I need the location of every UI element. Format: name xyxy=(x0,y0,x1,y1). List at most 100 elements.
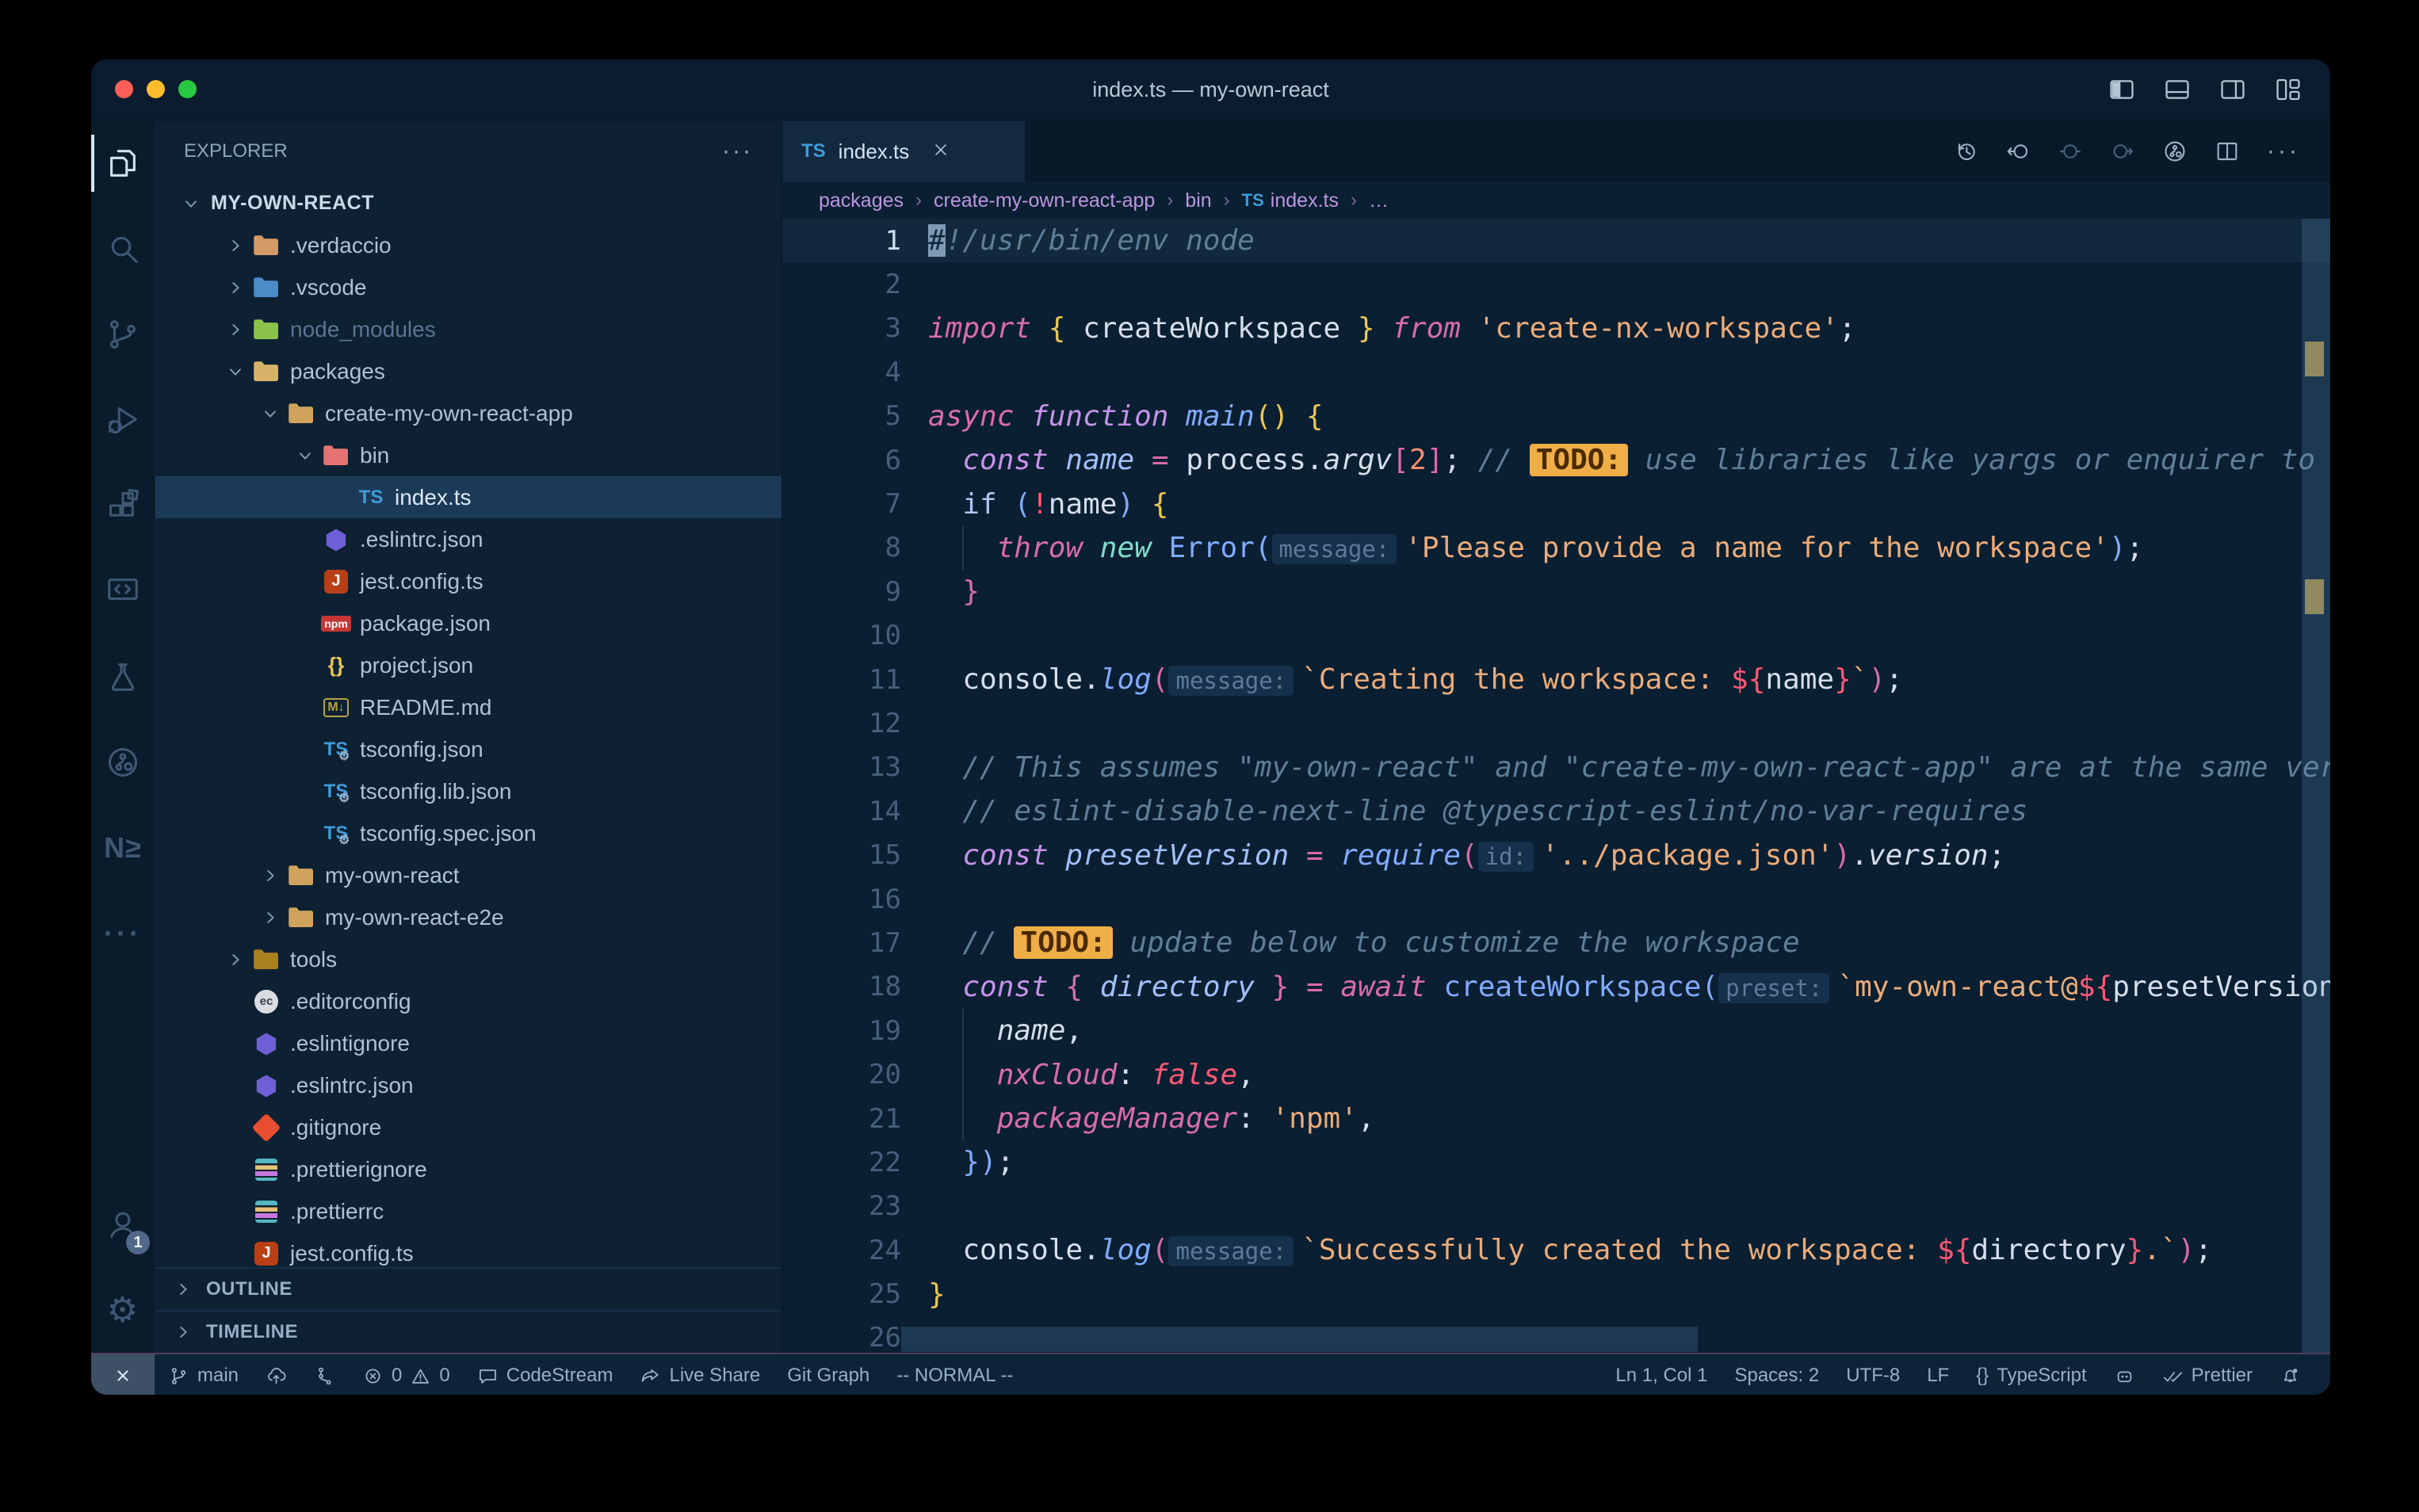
next-change-icon[interactable] xyxy=(2110,139,2135,164)
line-number[interactable]: 12 xyxy=(782,708,901,739)
status-publish-changes[interactable] xyxy=(252,1354,300,1395)
tree-item-.editorconfig[interactable]: ec.editorconfig xyxy=(155,980,781,1022)
status-git-branch[interactable]: main xyxy=(155,1354,252,1395)
breadcrumb-item-index.ts[interactable]: TSindex.ts xyxy=(1242,189,1339,212)
tree-item-.eslintignore[interactable]: ⬢.eslintignore xyxy=(155,1022,781,1064)
status-prettier[interactable]: Prettier xyxy=(2149,1354,2266,1395)
status-pipeline[interactable] xyxy=(300,1354,349,1395)
status-problems[interactable]: 00 xyxy=(349,1354,464,1395)
line-number[interactable]: 23 xyxy=(782,1190,901,1222)
prev-change-icon[interactable] xyxy=(2058,139,2083,164)
layout-grid-icon[interactable] xyxy=(2275,76,2302,103)
status-notifications[interactable] xyxy=(2266,1354,2314,1395)
activity-item-nx-console[interactable]: N≥ xyxy=(91,805,155,891)
ellipsis-icon[interactable]: ··· xyxy=(2267,138,2300,165)
code-editor[interactable]: 1#!/usr/bin/env node23import { createWor… xyxy=(782,219,2330,1353)
activity-item-source-control[interactable] xyxy=(91,292,155,377)
line-number[interactable]: 4 xyxy=(782,357,901,388)
line-number[interactable]: 17 xyxy=(782,927,901,959)
status-eol-sequence[interactable]: LF xyxy=(1913,1354,1962,1395)
activity-item-remote-explorer[interactable] xyxy=(91,548,155,634)
activity-item-extensions[interactable] xyxy=(91,463,155,548)
tree-item-node-modules[interactable]: node_modules xyxy=(155,308,781,350)
tree-item-bin[interactable]: bin xyxy=(155,434,781,476)
line-number[interactable]: 18 xyxy=(782,971,901,1002)
line-number[interactable]: 9 xyxy=(782,576,901,608)
tree-item-.gitignore[interactable]: .gitignore xyxy=(155,1106,781,1148)
status-vim-mode[interactable]: -- NORMAL -- xyxy=(883,1354,1026,1395)
tree-item-tsconfig.spec.json[interactable]: TS⚙tsconfig.spec.json xyxy=(155,812,781,854)
status-git-graph[interactable]: Git Graph xyxy=(774,1354,883,1395)
line-number[interactable]: 1 xyxy=(782,225,901,257)
tree-item-tsconfig.json[interactable]: TS⚙tsconfig.json xyxy=(155,728,781,770)
line-number[interactable]: 21 xyxy=(782,1103,901,1135)
activity-item-accounts[interactable]: 1 xyxy=(91,1182,155,1267)
line-number[interactable]: 15 xyxy=(782,839,901,871)
tree-root-my-own-react[interactable]: MY-OWN-REACT xyxy=(155,182,781,224)
breadcrumb-item--[interactable]: … xyxy=(1369,189,1389,212)
explorer-actions-button[interactable]: ··· xyxy=(722,138,753,165)
status-indentation[interactable]: Spaces: 2 xyxy=(1721,1354,1832,1395)
line-number[interactable]: 5 xyxy=(782,400,901,432)
open-changes-icon[interactable] xyxy=(2005,139,2031,164)
tree-item-project.json[interactable]: {}project.json xyxy=(155,644,781,686)
breadcrumb-item-bin[interactable]: bin xyxy=(1185,189,1211,212)
line-number[interactable]: 3 xyxy=(782,312,901,344)
tree-item-.eslintrc.json[interactable]: ⬢.eslintrc.json xyxy=(155,518,781,560)
activity-item-testing[interactable] xyxy=(91,634,155,720)
line-number[interactable]: 25 xyxy=(782,1278,901,1310)
tree-item-tools[interactable]: tools xyxy=(155,938,781,980)
layout-panel-icon[interactable] xyxy=(2164,76,2191,103)
line-number[interactable]: 19 xyxy=(782,1015,901,1047)
breadcrumb-item-create-my-own-react-app[interactable]: create-my-own-react-app xyxy=(934,189,1155,212)
status-cursor-position[interactable]: Ln 1, Col 1 xyxy=(1602,1354,1721,1395)
activity-item-run-debug[interactable] xyxy=(91,377,155,463)
status-encoding[interactable]: UTF-8 xyxy=(1832,1354,1913,1395)
tree-item-index.ts[interactable]: TSindex.ts xyxy=(155,476,781,518)
status-language-mode[interactable]: {}TypeScript xyxy=(1962,1354,2100,1395)
tree-item-.prettierignore[interactable]: .prettierignore xyxy=(155,1148,781,1190)
horizontal-scrollbar[interactable] xyxy=(901,1327,1698,1352)
line-number[interactable]: 14 xyxy=(782,796,901,827)
line-number[interactable]: 8 xyxy=(782,532,901,563)
layout-sidebar-right-icon[interactable] xyxy=(2219,76,2246,103)
tree-item-package.json[interactable]: npmpackage.json xyxy=(155,602,781,644)
line-number[interactable]: 26 xyxy=(782,1322,901,1353)
activity-item-git-graph[interactable] xyxy=(91,720,155,805)
tree-item-create-my-own-react-app[interactable]: create-my-own-react-app xyxy=(155,392,781,434)
line-number[interactable]: 2 xyxy=(782,269,901,300)
split-editor-icon[interactable] xyxy=(2215,139,2240,164)
status-codestream[interactable]: CodeStream xyxy=(464,1354,627,1395)
activity-item-settings[interactable]: ⚙ xyxy=(91,1267,155,1353)
history-icon[interactable] xyxy=(1953,139,1978,164)
status-live-share[interactable]: Live Share xyxy=(626,1354,774,1395)
activity-item-search[interactable] xyxy=(91,206,155,292)
activity-item-explorer[interactable] xyxy=(91,120,155,206)
vertical-scrollbar[interactable] xyxy=(2302,219,2330,1353)
tree-item-tsconfig.lib.json[interactable]: TS⚙tsconfig.lib.json xyxy=(155,770,781,812)
tree-item-.eslintrc.json[interactable]: ⬢.eslintrc.json xyxy=(155,1064,781,1106)
tree-item-my-own-react-e2e[interactable]: my-own-react-e2e xyxy=(155,896,781,938)
tree-item-.vscode[interactable]: .vscode xyxy=(155,266,781,308)
line-number[interactable]: 24 xyxy=(782,1235,901,1266)
line-number[interactable]: 22 xyxy=(782,1147,901,1178)
tree-item-my-own-react[interactable]: my-own-react xyxy=(155,854,781,896)
sidebar-section-outline[interactable]: OUTLINE xyxy=(155,1267,781,1310)
activity-item-more-views[interactable]: ··· xyxy=(91,891,155,976)
git-graph-circle-icon[interactable] xyxy=(2162,139,2188,164)
tree-item-.prettierrc[interactable]: .prettierrc xyxy=(155,1190,781,1232)
line-number[interactable]: 16 xyxy=(782,884,901,915)
line-number[interactable]: 13 xyxy=(782,751,901,783)
line-number[interactable]: 6 xyxy=(782,445,901,476)
layout-sidebar-left-icon[interactable] xyxy=(2108,76,2135,103)
status-remote-indicator[interactable] xyxy=(91,1354,155,1395)
tab-index-ts[interactable]: TS index.ts xyxy=(782,120,1025,182)
tree-item-jest.config.ts[interactable]: Jjest.config.ts xyxy=(155,560,781,602)
tree-item-.verdaccio[interactable]: .verdaccio xyxy=(155,224,781,266)
tree-item-jest.config.ts[interactable]: Jjest.config.ts xyxy=(155,1232,781,1267)
breadcrumb-item-packages[interactable]: packages xyxy=(819,189,904,212)
sidebar-section-timeline[interactable]: TIMELINE xyxy=(155,1310,781,1353)
close-tab-icon[interactable] xyxy=(931,140,950,163)
line-number[interactable]: 20 xyxy=(782,1059,901,1090)
tree-item-packages[interactable]: packages xyxy=(155,350,781,392)
